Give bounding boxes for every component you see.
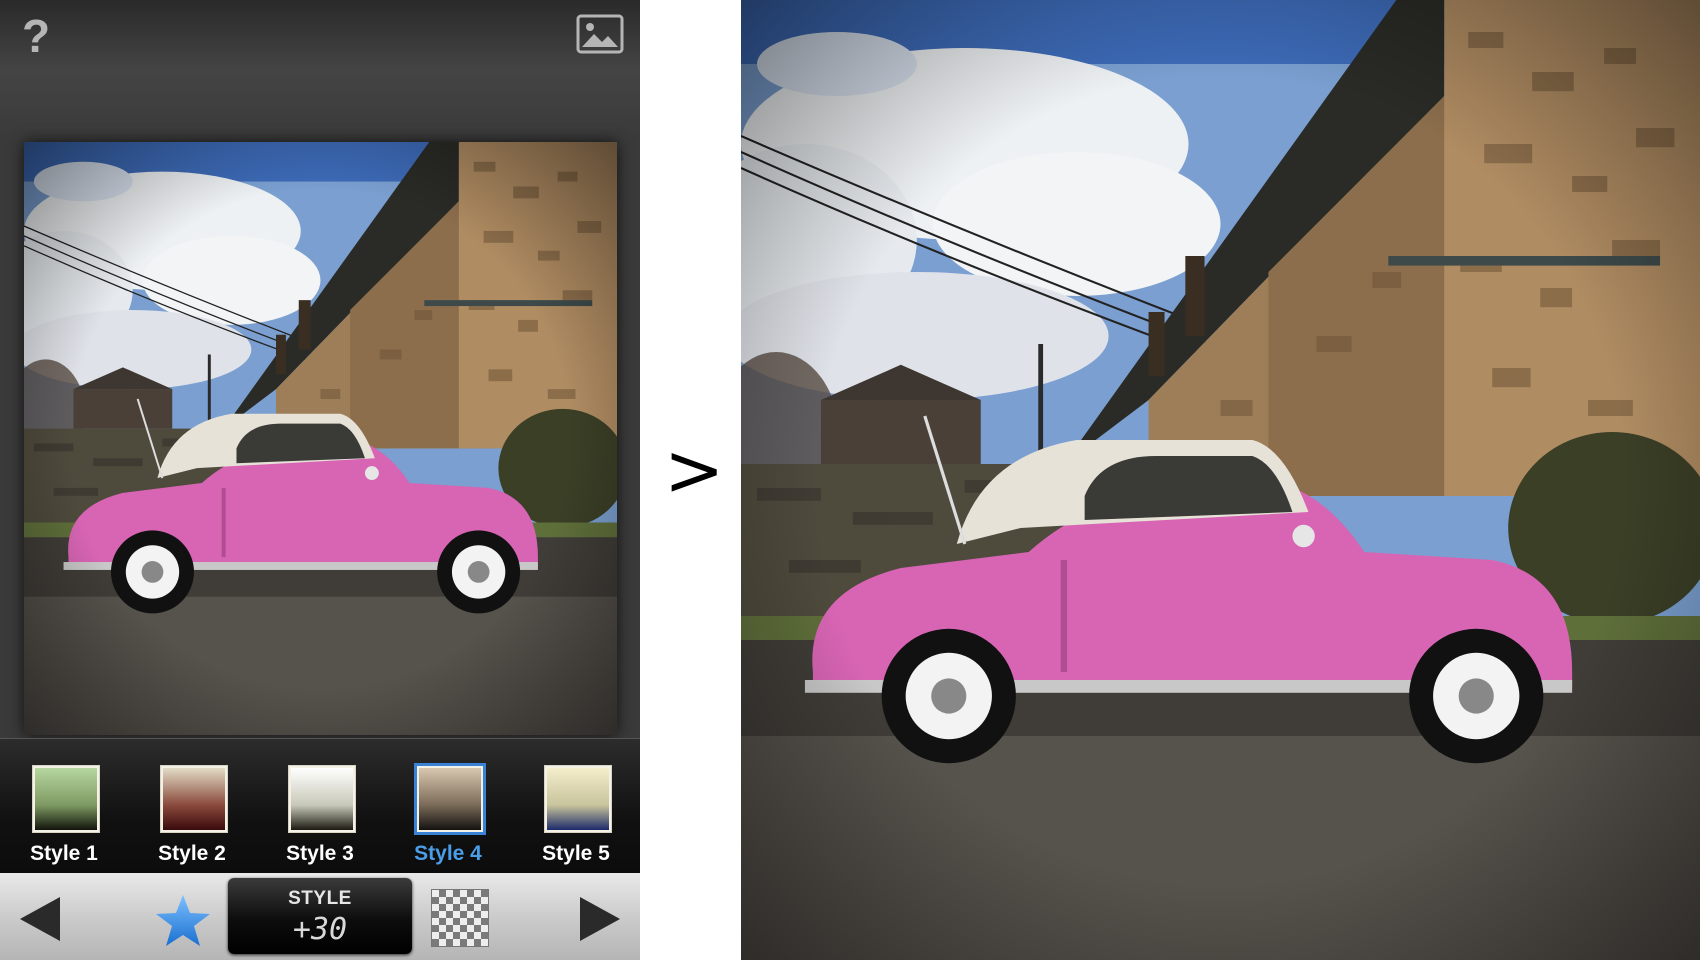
image-icon[interactable] (576, 14, 624, 54)
help-button[interactable]: ? (16, 12, 56, 60)
checkerboard-icon[interactable] (431, 889, 489, 947)
style-label: Style 5 (542, 842, 610, 865)
style-option-5[interactable]: Style 5 (512, 739, 640, 873)
left-arrow-icon[interactable] (18, 895, 62, 943)
parameter-display[interactable]: STYLE +30 (228, 878, 412, 954)
style-option-3[interactable]: Style 3 (256, 739, 384, 873)
top-bar: ? (0, 0, 640, 140)
right-arrow-icon[interactable] (578, 895, 622, 943)
parameter-value: +30 (292, 912, 348, 947)
star-icon[interactable] (154, 893, 212, 949)
snapseed-phone-screen: ? Style 1 Style 2 Style 3 Style 4 Style 5 (0, 0, 640, 960)
style-option-1[interactable]: Style 1 (0, 739, 128, 873)
style-swatch (544, 765, 612, 833)
style-option-4[interactable]: Style 4 (384, 739, 512, 873)
style-selector-strip: Style 1 Style 2 Style 3 Style 4 Style 5 (0, 738, 640, 873)
result-arrow: > (664, 428, 725, 512)
style-label: Style 3 (286, 842, 354, 865)
style-swatch (288, 765, 356, 833)
photo-preview[interactable] (24, 142, 617, 735)
style-swatch (414, 763, 486, 835)
style-label: Style 2 (158, 842, 226, 865)
style-label: Style 4 (414, 842, 482, 865)
bottom-toolbar: STYLE +30 (0, 873, 640, 960)
style-option-2[interactable]: Style 2 (128, 739, 256, 873)
style-swatch (32, 765, 100, 833)
style-label: Style 1 (30, 842, 98, 865)
style-swatch (160, 765, 228, 833)
result-photo (741, 0, 1700, 960)
parameter-name: STYLE (288, 888, 352, 909)
